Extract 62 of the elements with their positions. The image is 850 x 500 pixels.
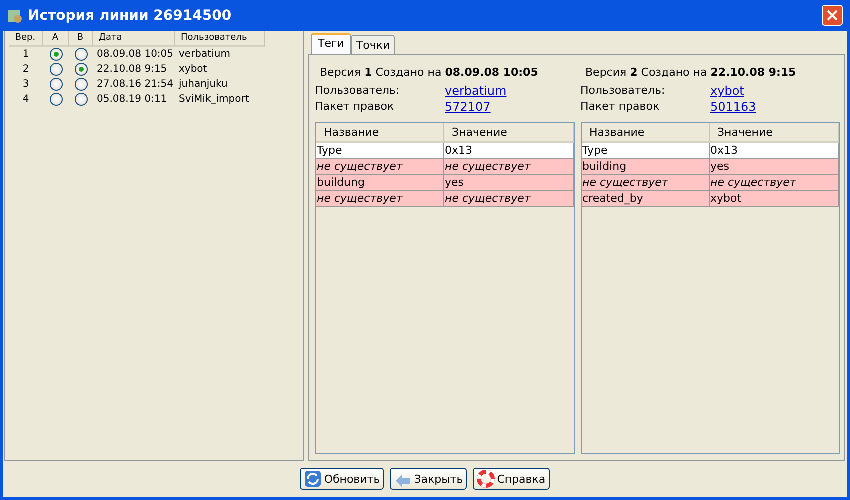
table-cell: не существует [444, 191, 574, 207]
table-cell: yes [444, 175, 574, 191]
table-cell: не существует [316, 191, 444, 207]
user-label: Пользователь: [580, 84, 666, 98]
version-number: 3 [22, 78, 30, 92]
user-link[interactable]: xybot [710, 84, 744, 98]
radio-button[interactable] [74, 93, 88, 106]
tab[interactable]: Точки [351, 35, 396, 54]
close-icon [827, 10, 838, 21]
window-title: История линии 26914500 [28, 8, 232, 24]
user-cell-text: xybot [178, 63, 208, 77]
table-cell: Type [582, 143, 710, 159]
table-cell: не существует [582, 175, 710, 191]
tab[interactable]: Теги [311, 33, 352, 54]
radio-button[interactable] [50, 93, 62, 106]
table-cell: created_by [582, 191, 710, 207]
version-number: 1 [22, 48, 30, 62]
radio-button[interactable] [50, 48, 62, 61]
lifebuoy-icon [477, 470, 496, 488]
radio-button[interactable] [50, 78, 62, 91]
refresh-icon [304, 470, 322, 488]
date-cell-text: 22.10.08 9:15 [96, 63, 168, 77]
table-cell: 0x13 [710, 143, 839, 159]
toolbar-button[interactable]: Обновить [300, 468, 384, 490]
version-number: 4 [22, 93, 30, 107]
column-header: Пользователь [175, 31, 265, 47]
toolbar-button[interactable]: Закрыть [390, 468, 468, 490]
table-cell: Type [316, 143, 444, 159]
column-header: B [69, 31, 93, 47]
close-button[interactable] [822, 5, 843, 26]
table-cell: не существует [444, 159, 574, 175]
table-cell: не существует [316, 159, 444, 175]
table-cell: xybot [710, 191, 839, 207]
version-heading: Версия 2 Создано на 22.10.08 9:15 [584, 65, 798, 81]
date-cell-text: 05.08.19 0:11 [96, 93, 168, 107]
radio-button[interactable] [74, 78, 88, 91]
user-link[interactable]: verbatium [445, 84, 507, 98]
changeset-label: Пакет правок [315, 100, 396, 114]
table-cell: не существует [710, 175, 839, 191]
changeset-link[interactable]: 572107 [445, 100, 491, 114]
user-cell-text: verbatium [178, 48, 232, 62]
radio-button[interactable] [74, 48, 88, 61]
column-header: Вер. [9, 31, 43, 47]
date-cell-text: 27.08.16 21:54 [96, 78, 175, 92]
table-cell: yes [710, 159, 839, 175]
table-cell: buildung [316, 175, 444, 191]
changeset-label: Пакет правок [580, 100, 661, 114]
user-label: Пользователь: [315, 84, 401, 98]
map-icon [7, 8, 23, 24]
toolbar-button[interactable]: Справка [473, 468, 550, 490]
changeset-link[interactable]: 501163 [710, 100, 756, 114]
version-number: 2 [22, 63, 30, 77]
column-header: A [43, 31, 69, 47]
column-header: Дата [93, 31, 175, 47]
table-cell: building [582, 159, 710, 175]
version-heading: Версия 1 Создано на 08.09.08 10:05 [319, 65, 540, 81]
user-cell-text: juhanjuku [178, 78, 229, 92]
radio-button[interactable] [50, 63, 62, 76]
table-cell: 0x13 [444, 143, 574, 159]
radio-button[interactable] [74, 63, 88, 76]
user-cell-text: SviMik_import [178, 93, 250, 107]
date-cell-text: 08.09.08 10:05 [96, 48, 175, 62]
